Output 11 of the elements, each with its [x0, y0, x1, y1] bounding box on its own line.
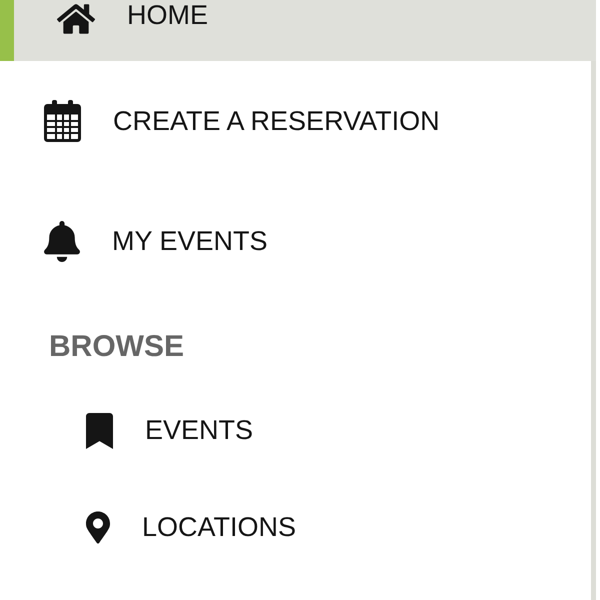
bell-icon [44, 220, 80, 262]
bookmark-icon [86, 412, 113, 448]
nav-link[interactable]: EVENTS [86, 412, 254, 448]
map-pin-icon [86, 511, 110, 544]
nav-link[interactable]: CREATE A RESERVATION [44, 100, 440, 142]
nav-link[interactable]: MY EVENTS [44, 220, 268, 262]
section-heading: BROWSE [49, 332, 184, 362]
nav-link[interactable]: HOME [0, 0, 596, 61]
calendar-icon [44, 100, 81, 142]
nav-link[interactable]: LOCATIONS [86, 511, 296, 544]
home-icon [57, 2, 95, 36]
